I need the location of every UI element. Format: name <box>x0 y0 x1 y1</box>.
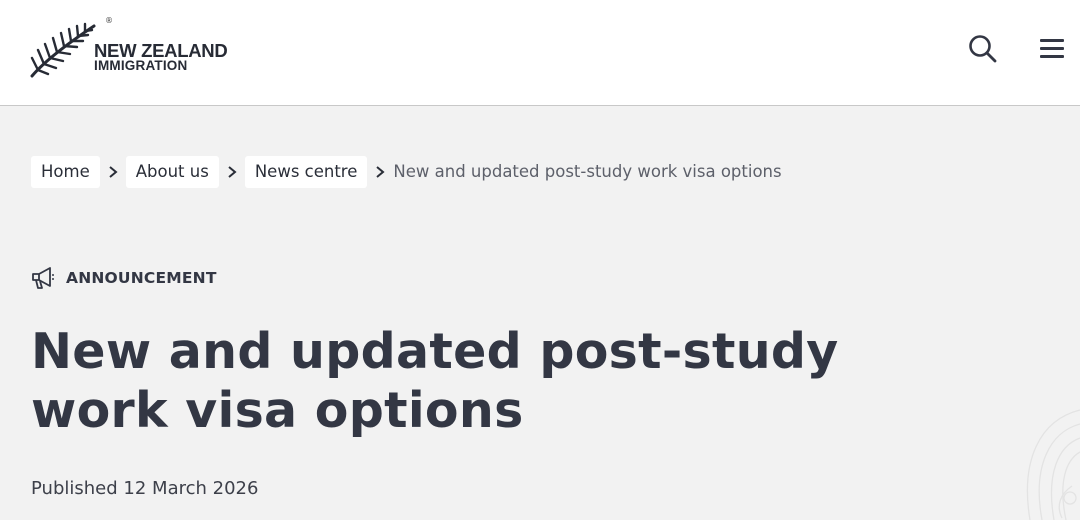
breadcrumb-news-centre[interactable]: News centre <box>244 156 368 188</box>
breadcrumb-about-us[interactable]: About us <box>125 156 219 188</box>
hamburger-menu-icon <box>1040 39 1064 58</box>
megaphone-icon <box>32 267 54 289</box>
silver-fern-icon <box>30 22 96 78</box>
chevron-right-icon <box>100 156 126 188</box>
published-date: Published 12 March 2026 <box>31 478 258 499</box>
search-button[interactable] <box>967 33 999 65</box>
category-text: ANNOUNCEMENT <box>66 269 217 287</box>
breadcrumb-home[interactable]: Home <box>31 156 100 188</box>
decorative-pattern <box>1026 409 1080 520</box>
published-date-value: 12 March 2026 <box>123 478 259 499</box>
logo-text-immigration: IMMIGRATION <box>94 58 188 73</box>
page-title: New and updated post-study work visa opt… <box>31 323 839 439</box>
chevron-right-icon <box>367 156 393 188</box>
published-label: Published <box>31 478 118 499</box>
chevron-right-icon <box>219 156 245 188</box>
site-header: ® NEW ZEALAND IMMIGRATION <box>0 0 1080 106</box>
category-label: ANNOUNCEMENT <box>30 265 217 291</box>
site-logo[interactable]: ® NEW ZEALAND IMMIGRATION <box>30 16 230 80</box>
breadcrumb-current: New and updated post-study work visa opt… <box>393 162 782 181</box>
breadcrumb: Home About us News centre New and update… <box>31 156 782 188</box>
menu-button[interactable] <box>1038 36 1068 62</box>
search-icon <box>969 35 997 63</box>
registered-mark: ® <box>105 16 113 25</box>
